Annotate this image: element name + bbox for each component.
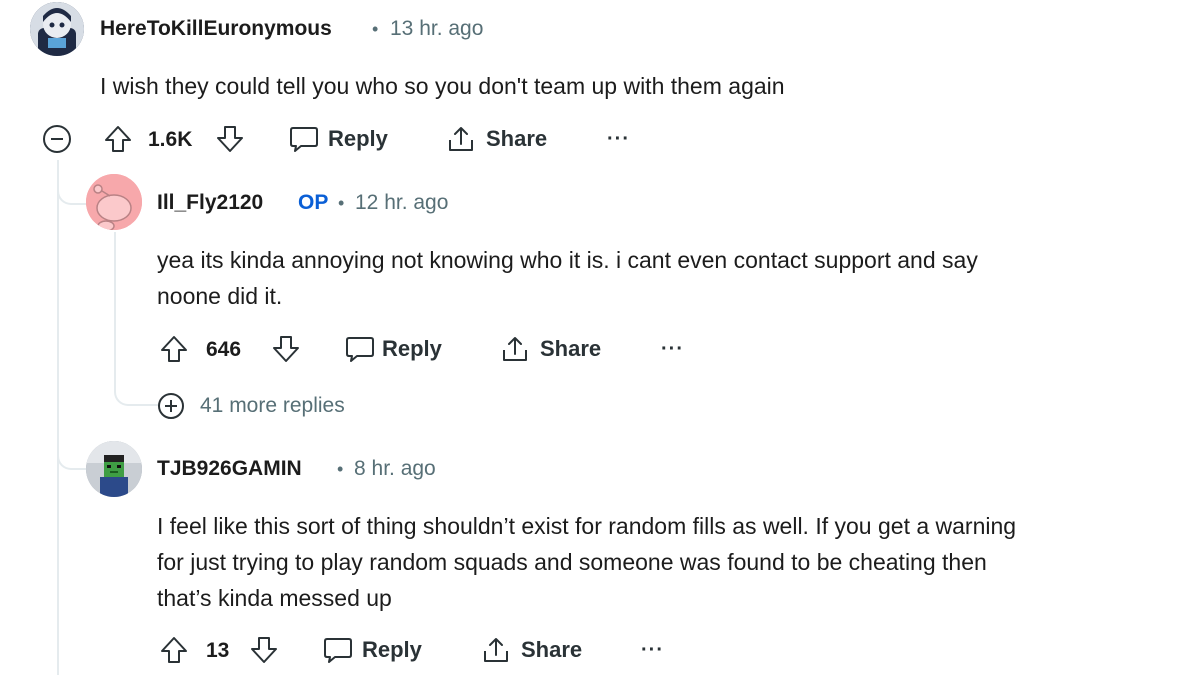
share-label: Share: [540, 336, 602, 361]
arrow-down-icon: [251, 637, 277, 663]
speech-bubble-icon: [346, 337, 374, 362]
speech-bubble-icon: [324, 638, 352, 663]
thread-line-branch-2: [57, 420, 89, 470]
arrow-up-icon: [161, 637, 187, 663]
vote-count: 13: [206, 639, 230, 662]
arrow-up-icon: [161, 336, 187, 362]
collapse-thread-button[interactable]: [42, 124, 72, 154]
avatar[interactable]: [30, 2, 84, 56]
more-options-button[interactable]: ···: [641, 639, 664, 662]
comment-body-line: for just trying to play random squads an…: [157, 549, 987, 575]
minus-circle-icon: [43, 125, 71, 153]
reply-button[interactable]: Reply: [322, 635, 422, 665]
vote-count: 1.6K: [148, 128, 193, 151]
share-label: Share: [486, 126, 548, 151]
comment-body-line: noone did it.: [157, 283, 283, 309]
upvote-button[interactable]: [160, 334, 188, 364]
arrow-down-icon: [217, 126, 243, 152]
downvote-button[interactable]: [216, 124, 244, 154]
share-icon: [484, 638, 508, 662]
share-button[interactable]: Share: [446, 124, 547, 154]
comment-body-line: I feel like this sort of thing shouldn’t…: [157, 513, 1017, 539]
arrow-down-icon: [273, 336, 299, 362]
more-options-button[interactable]: ···: [607, 128, 630, 151]
upvote-button[interactable]: [104, 124, 132, 154]
reply-label: Reply: [328, 126, 388, 151]
arrow-up-icon: [105, 126, 131, 152]
comment-body-line: I wish they could tell you who so you do…: [100, 73, 785, 99]
more-replies-button[interactable]: 41 more replies: [157, 392, 345, 420]
more-replies-label: 41 more replies: [200, 394, 345, 417]
reply-label: Reply: [382, 336, 442, 361]
comment-timestamp[interactable]: 8 hr. ago: [354, 457, 436, 481]
comment-timestamp[interactable]: 12 hr. ago: [355, 191, 448, 215]
meta-separator: •: [337, 459, 344, 479]
avatar[interactable]: [86, 441, 142, 497]
reply-label: Reply: [362, 637, 422, 662]
comment-username[interactable]: HereToKillEuronymous: [100, 17, 332, 41]
op-badge: OP: [298, 191, 329, 214]
comment-username[interactable]: Ill_Fly2120: [157, 191, 263, 215]
share-button[interactable]: Share: [500, 334, 601, 364]
comment-username[interactable]: TJB926GAMIN: [157, 457, 302, 481]
meta-separator: •: [372, 19, 379, 39]
share-label: Share: [521, 637, 583, 662]
downvote-button[interactable]: [272, 334, 300, 364]
comment-body-line: that’s kinda messed up: [157, 585, 392, 611]
thread-line-reply-1: [114, 232, 116, 382]
downvote-button[interactable]: [250, 635, 278, 665]
share-icon: [449, 127, 473, 151]
thread-line-branch-more: [114, 370, 158, 406]
vote-count: 646: [206, 338, 242, 361]
avatar[interactable]: [86, 174, 142, 230]
reply-button[interactable]: Reply: [344, 334, 442, 364]
plus-circle-icon: [158, 393, 184, 419]
upvote-button[interactable]: [160, 635, 188, 665]
share-icon: [503, 337, 527, 361]
more-options-button[interactable]: ···: [661, 338, 684, 361]
speech-bubble-icon: [290, 127, 318, 152]
meta-separator: •: [338, 193, 345, 213]
reply-button[interactable]: Reply: [288, 124, 388, 154]
comment-body-line: yea its kinda annoying not knowing who i…: [157, 247, 978, 273]
thread-line-branch-1: [57, 160, 89, 205]
share-button[interactable]: Share: [481, 635, 582, 665]
comment-timestamp[interactable]: 13 hr. ago: [390, 17, 483, 41]
thread-line-main: [57, 160, 59, 675]
